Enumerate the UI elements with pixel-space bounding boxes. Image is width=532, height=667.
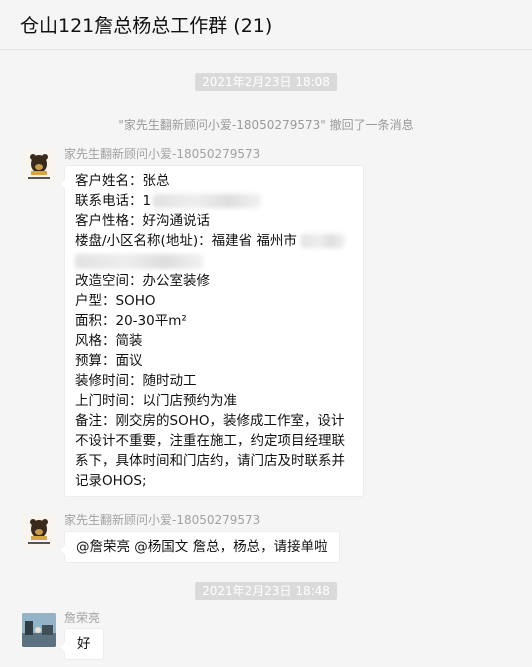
chat-title: 仓山121詹总杨总工作群 (21): [20, 15, 273, 37]
chat-header: 仓山121詹总杨总工作群 (21): [0, 0, 532, 50]
profile-photo-icon: [22, 613, 56, 647]
message-note: 备注：刚交房的SOHO，装修成工作室，设计不设计不重要，注重在施工，约定项目经理…: [75, 413, 345, 489]
message-line: 联系电话：1: [75, 191, 353, 211]
message-line: 楼盘/小区名称(地址)：福建省 福州市: [75, 231, 353, 251]
message-text: @詹荣亮 @杨国文 詹总，杨总，请接单啦: [76, 539, 328, 555]
message-line: 上门时间：以门店预约为准: [75, 393, 237, 409]
company-logo-avatar[interactable]: [22, 514, 56, 548]
sender-name: 家先生翻新顾问小爱-18050279573: [64, 147, 261, 161]
message-line: 预算：面议: [75, 353, 143, 369]
timestamp-badge: 2021年2月23日 18:08: [195, 73, 337, 91]
redacted-line: [75, 251, 353, 271]
message-line: 面积：20-30平m²: [75, 313, 187, 329]
timestamp-badge: 2021年2月23日 18:48: [195, 582, 337, 600]
photo-avatar[interactable]: [22, 613, 56, 647]
message-line: 风格：简装: [75, 333, 143, 349]
message-line: 客户性格：好沟通说话: [75, 213, 210, 229]
sender-name: 家先生翻新顾问小爱-18050279573: [64, 513, 261, 527]
message-bubble[interactable]: @詹荣亮 @杨国文 詹总，杨总，请接单啦: [59, 531, 340, 563]
bear-mascot-icon: [22, 514, 56, 548]
message-text: 好: [77, 636, 91, 652]
redacted-blur: [300, 234, 345, 248]
message-line: 客户姓名：张总: [75, 173, 170, 189]
sender-name: 詹荣亮: [64, 611, 101, 625]
message-bubble[interactable]: 客户姓名：张总 联系电话：1 客户性格：好沟通说话 楼盘/小区名称(地址)：福建…: [59, 165, 364, 497]
redacted-blur: [153, 194, 262, 208]
message-line: 户型：SOHO: [75, 293, 156, 309]
redacted-blur: [75, 253, 203, 269]
recall-system-message: "家先生翻新顾问小爱-18050279573" 撤回了一条消息: [118, 118, 414, 132]
bear-mascot-icon: [22, 149, 56, 183]
message-line: 改造空间：办公室装修: [75, 273, 210, 289]
message-line: 装修时间：随时动工: [75, 373, 197, 389]
company-logo-avatar[interactable]: [22, 149, 56, 183]
message-bubble[interactable]: 好: [59, 628, 104, 660]
